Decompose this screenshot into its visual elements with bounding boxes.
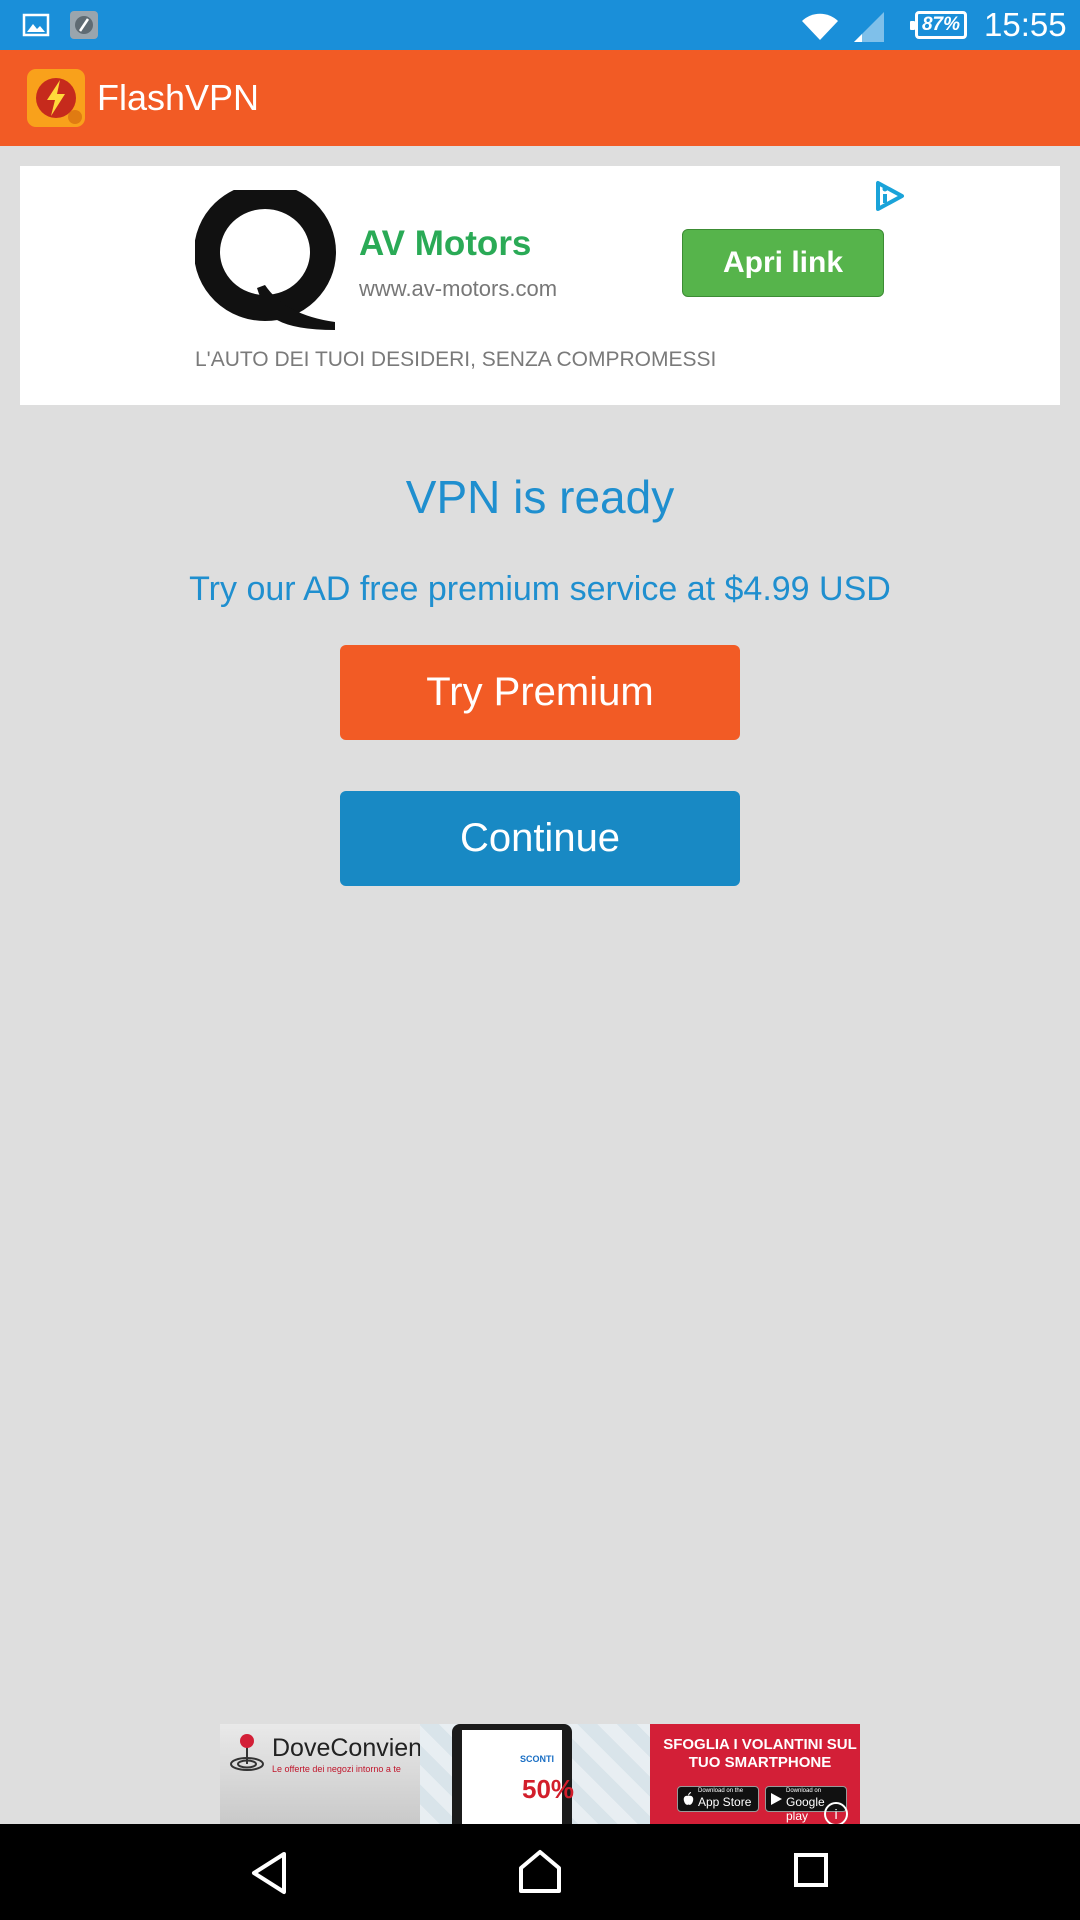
banner-brand: DoveConviene	[272, 1734, 436, 1762]
open-link-button[interactable]: Apri link	[682, 229, 884, 297]
banner-headline: SFOGLIA I VOLANTINI SUL TUO SMARTPHONE	[663, 1736, 857, 1771]
banner-ad[interactable]: DoveConviene Le offerte dei negozi intor…	[220, 1724, 860, 1824]
image-notification-icon	[22, 13, 50, 37]
play-store-icon	[771, 1793, 782, 1805]
back-icon[interactable]	[248, 1850, 292, 1896]
banner-sconti: SCONTI	[520, 1754, 555, 1764]
recent-apps-icon[interactable]	[793, 1852, 829, 1888]
navigation-bar	[0, 1824, 1080, 1920]
signal-icon	[854, 12, 884, 42]
google-play-small-text: Download on	[786, 1788, 822, 1794]
app-store-badge[interactable]: Download on the App Store	[677, 1786, 759, 1812]
battery-indicator: 87%	[910, 11, 967, 39]
banner-percent: 50%	[522, 1774, 575, 1804]
apple-icon	[683, 1792, 694, 1805]
status-bar: 87% 15:55	[0, 0, 1080, 50]
ad-url: www.av-motors.com	[359, 276, 558, 301]
advertiser-logo-icon	[195, 190, 336, 330]
continue-button[interactable]: Continue	[340, 791, 740, 886]
ad-card[interactable]: AV Motors www.av-motors.com Apri link L'…	[20, 166, 1060, 405]
location-pin-icon	[230, 1734, 264, 1771]
app-store-small-text: Download on the	[698, 1788, 744, 1794]
home-icon[interactable]	[517, 1848, 563, 1894]
premium-offer-text: Try our AD free premium service at $4.99…	[189, 570, 891, 608]
ad-tagline: L'AUTO DEI TUOI DESIDERI, SENZA COMPROME…	[195, 348, 717, 371]
flashvpn-logo-icon	[27, 69, 85, 127]
banner-subtitle: Le offerte dei negozi intorno a te	[272, 1764, 401, 1774]
adchoices-icon[interactable]	[872, 179, 906, 213]
ad-title: AV Motors	[359, 224, 532, 263]
app-bar: FlashVPN	[0, 50, 1080, 146]
try-premium-button[interactable]: Try Premium	[340, 645, 740, 740]
clock: 15:55	[984, 6, 1067, 43]
app-notification-icon	[70, 11, 98, 39]
app-title: FlashVPN	[97, 77, 260, 118]
wifi-icon	[802, 13, 838, 41]
app-store-text: App Store	[698, 1795, 752, 1809]
vpn-status-text: VPN is ready	[405, 471, 675, 523]
ad-info-icon[interactable]: i	[824, 1802, 848, 1824]
